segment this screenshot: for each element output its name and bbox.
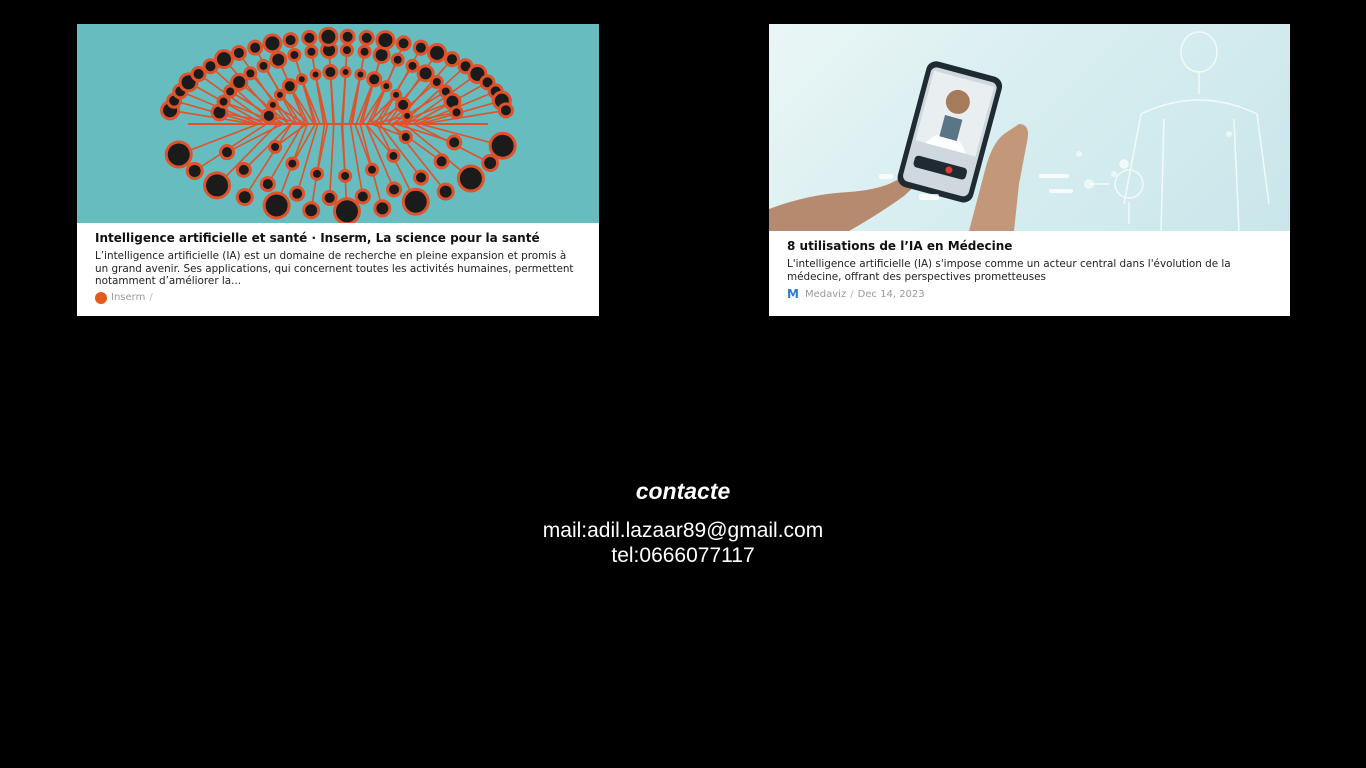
source-name: Medaviz	[805, 288, 847, 300]
source-separator: /	[149, 292, 153, 304]
card-title[interactable]: Intelligence artificielle et santé · Ins…	[95, 231, 581, 245]
inserm-logo-icon	[95, 291, 107, 304]
page: Intelligence artificielle et santé · Ins…	[0, 0, 1366, 768]
source-date: Dec 14, 2023	[857, 288, 925, 300]
card-source: M Medaviz / Dec 14, 2023	[787, 287, 1272, 301]
contact-phone[interactable]: tel:0666077117	[0, 543, 1366, 568]
card-description: L’intelligence artificielle (IA) est un …	[95, 250, 574, 288]
article-card-medaviz[interactable]: 8 utilisations de l’IA en Médecine L'int…	[769, 24, 1290, 316]
contact-title: contacte	[635, 478, 731, 504]
article-card-inserm[interactable]: Intelligence artificielle et santé · Ins…	[77, 24, 599, 316]
contact-section: contacte mail:adil.lazaar89@gmail.com te…	[0, 476, 1366, 568]
source-separator: /	[850, 288, 854, 300]
contact-email[interactable]: mail:adil.lazaar89@gmail.com	[0, 518, 1366, 543]
card-title[interactable]: 8 utilisations de l’IA en Médecine	[787, 239, 1272, 253]
card-body: Intelligence artificielle et santé · Ins…	[77, 223, 599, 304]
card-source: Inserm /	[95, 291, 581, 304]
neural-brain-circuit-illustration	[77, 24, 599, 223]
source-name: Inserm	[111, 292, 146, 304]
smartphone-doctor-icon	[769, 31, 1270, 231]
medaviz-logo-icon: M	[787, 287, 799, 302]
smartphone-doctor-photo	[769, 24, 1290, 231]
brain-circuit-icon	[160, 26, 517, 223]
card-body: 8 utilisations de l’IA en Médecine L'int…	[769, 231, 1290, 301]
card-description: L'intelligence artificielle (IA) s'impos…	[787, 258, 1231, 283]
contact-lines: mail:adil.lazaar89@gmail.com tel:0666077…	[0, 518, 1366, 568]
